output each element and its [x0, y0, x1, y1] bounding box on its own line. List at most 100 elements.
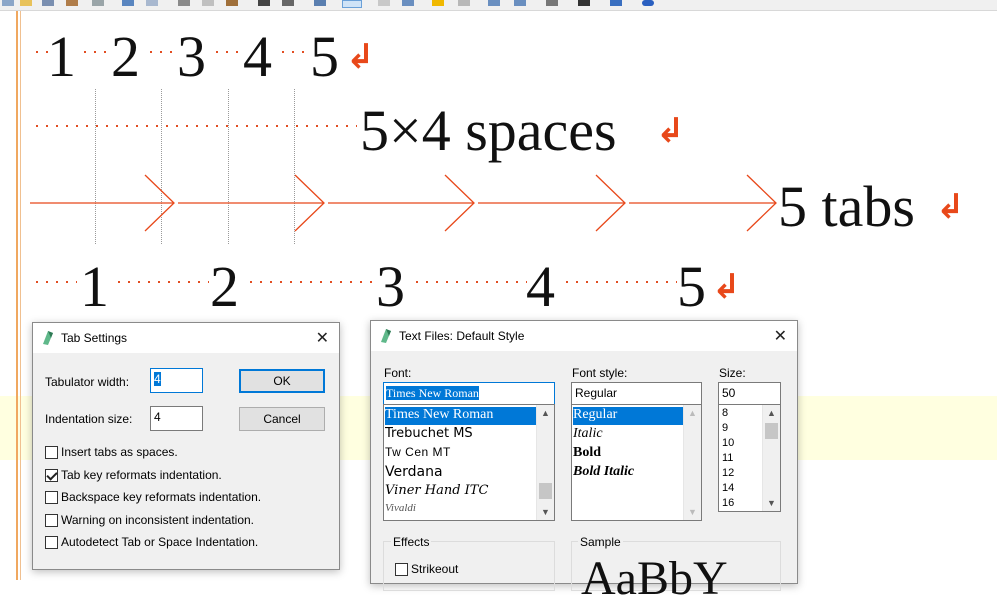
font-name-input[interactable]: Times New Roman — [383, 382, 555, 405]
search-next-icon[interactable] — [514, 0, 526, 6]
space-marker — [146, 51, 176, 53]
font-style-scrollbar[interactable]: ▲ ▼ — [683, 405, 701, 520]
size-item[interactable]: 10 — [722, 437, 762, 452]
wordwrap-icon[interactable] — [342, 0, 362, 8]
insert-tabs-as-spaces-label[interactable]: Insert tabs as spaces. — [61, 445, 178, 459]
autodetect-indentation-label[interactable]: Autodetect Tab or Space Indentation. — [61, 535, 258, 549]
font-list-item[interactable]: Verdana — [385, 464, 536, 482]
strikeout-checkbox[interactable] — [395, 563, 408, 576]
strikeout-label[interactable]: Strikeout — [411, 562, 458, 576]
goto-icon[interactable] — [314, 0, 326, 6]
font-list[interactable]: Times New Roman Trebuchet MS Tw Cen MT V… — [383, 404, 555, 521]
size-item[interactable]: 11 — [722, 452, 762, 467]
left-margin-line — [16, 11, 18, 580]
redo-icon[interactable] — [146, 0, 158, 6]
scroll-down-icon[interactable]: ▼ — [684, 504, 701, 520]
size-item[interactable]: 9 — [722, 422, 762, 437]
monitor-icon[interactable] — [578, 0, 590, 6]
size-label: Size: — [719, 366, 746, 380]
font-list-item[interactable]: Viner Hand ITC — [385, 483, 536, 501]
indent-size-input[interactable]: 4 — [150, 406, 203, 431]
font-list-item[interactable]: Times New Roman — [385, 407, 536, 425]
space-marker — [32, 125, 357, 127]
line4-digit: 4 — [526, 254, 555, 319]
font-list-item[interactable]: Tw Cen MT — [385, 445, 536, 463]
close-icon[interactable]: ✕ — [316, 328, 329, 348]
scroll-thumb[interactable] — [765, 423, 778, 439]
search-icon[interactable] — [488, 0, 500, 6]
font-style-input[interactable]: Regular — [571, 382, 702, 405]
autodetect-indentation-checkbox[interactable] — [45, 536, 58, 549]
scroll-down-icon[interactable]: ▼ — [763, 495, 780, 511]
scroll-up-icon[interactable]: ▲ — [763, 405, 780, 421]
size-item[interactable]: 8 — [722, 407, 762, 422]
copy-icon[interactable] — [202, 0, 214, 6]
sample-label: Sample — [578, 535, 623, 549]
line-end-marker: ↲ — [656, 111, 685, 151]
line-end-marker: ↲ — [936, 187, 965, 227]
paste-icon[interactable] — [226, 0, 238, 6]
backspace-reformats-label[interactable]: Backspace key reformats indentation. — [61, 490, 261, 504]
line1-digit: 3 — [177, 24, 206, 89]
font-list-item[interactable]: Vivaldi — [385, 502, 536, 520]
left-margin-line-inner — [20, 11, 21, 580]
scroll-up-icon[interactable]: ▲ — [537, 405, 554, 421]
size-list[interactable]: 8 9 10 11 12 14 16 ▲ ▼ — [718, 404, 781, 512]
bookmark-icon[interactable] — [458, 0, 470, 6]
font-style-item[interactable]: Italic — [573, 426, 683, 444]
size-input[interactable]: 50 — [718, 382, 781, 405]
zoom-in-icon[interactable] — [378, 0, 390, 6]
cut-icon[interactable] — [178, 0, 190, 6]
space-marker — [212, 51, 242, 53]
scroll-down-icon[interactable]: ▼ — [537, 504, 554, 520]
open-folder-icon[interactable] — [20, 0, 32, 6]
warning-inconsistent-checkbox[interactable] — [45, 514, 58, 527]
tab-width-input[interactable]: 4 — [150, 368, 203, 393]
font-dialog-titlebar[interactable]: Text Files: Default Style ✕ — [371, 321, 797, 351]
line-end-marker: ↲ — [712, 267, 741, 307]
favorite-icon[interactable] — [432, 0, 444, 6]
new-file-icon[interactable] — [2, 0, 14, 6]
save-icon[interactable] — [42, 0, 54, 6]
undo-icon[interactable] — [122, 0, 134, 6]
size-scrollbar[interactable]: ▲ ▼ — [762, 405, 780, 511]
preview-icon[interactable] — [92, 0, 104, 6]
find-icon[interactable] — [258, 0, 270, 6]
scroll-thumb[interactable] — [539, 483, 552, 499]
warning-inconsistent-label[interactable]: Warning on inconsistent indentation. — [61, 513, 254, 527]
insert-tabs-as-spaces-checkbox[interactable] — [45, 446, 58, 459]
tab-width-value: 4 — [154, 372, 161, 386]
settings-icon[interactable] — [546, 0, 558, 6]
font-style-item[interactable]: Bold Italic — [573, 464, 683, 482]
size-item[interactable]: 16 — [722, 497, 762, 511]
font-list-scrollbar[interactable]: ▲ ▼ — [536, 405, 554, 520]
font-style-item[interactable]: Regular — [573, 407, 683, 425]
toolbar — [0, 0, 997, 11]
dialog-title: Text Files: Default Style — [399, 329, 525, 343]
font-list-item[interactable]: Trebuchet MS — [385, 426, 536, 444]
tab-key-reformats-label[interactable]: Tab key reformats indentation. — [61, 468, 222, 482]
tab-settings-titlebar[interactable]: Tab Settings ✕ — [33, 323, 339, 353]
backspace-reformats-checkbox[interactable] — [45, 491, 58, 504]
cancel-button[interactable]: Cancel — [239, 407, 325, 431]
font-style-item[interactable]: Bold — [573, 445, 683, 463]
info-icon[interactable] — [642, 0, 654, 6]
line1-digit: 5 — [310, 24, 339, 89]
tab-key-reformats-checkbox[interactable] — [45, 469, 58, 482]
scroll-up-icon[interactable]: ▲ — [684, 405, 701, 421]
font-name-value: Times New Roman — [386, 386, 479, 400]
close-icon[interactable]: ✕ — [774, 326, 787, 346]
space-marker — [562, 281, 677, 283]
line-end-marker: ↲ — [346, 37, 375, 77]
size-item[interactable]: 14 — [722, 482, 762, 497]
zoom-out-icon[interactable] — [402, 0, 414, 6]
ok-button[interactable]: OK — [239, 369, 325, 393]
size-item[interactable]: 12 — [722, 467, 762, 482]
font-style-list[interactable]: Regular Italic Bold Bold Italic ▲ ▼ — [571, 404, 702, 521]
print-icon[interactable] — [66, 0, 78, 6]
pin-icon[interactable] — [610, 0, 622, 6]
indent-size-label: Indentation size: — [45, 412, 133, 426]
replace-icon[interactable] — [282, 0, 294, 6]
space-marker — [412, 281, 527, 283]
line4-digit: 2 — [210, 254, 239, 319]
